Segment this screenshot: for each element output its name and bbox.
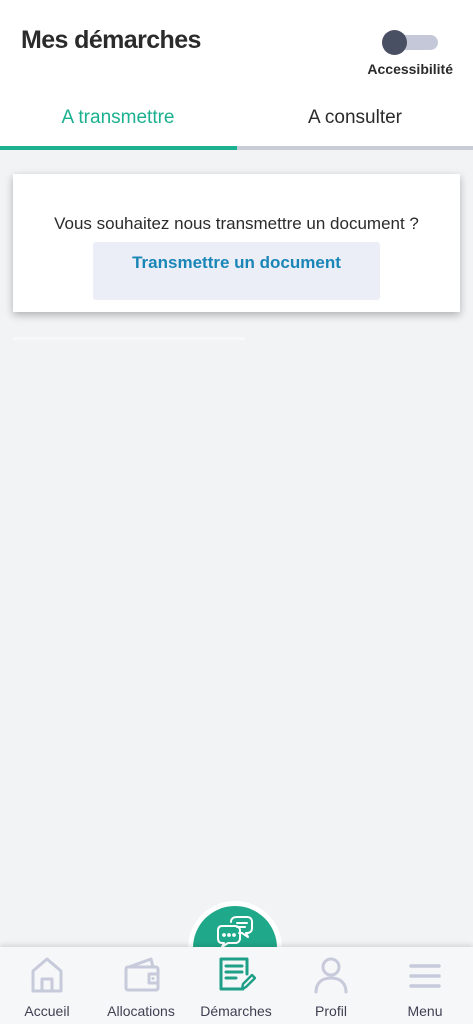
chat-icon: [217, 916, 253, 948]
toggle-knob: [382, 30, 407, 55]
nav-item-profil[interactable]: Profil: [284, 947, 378, 1024]
divider: [13, 337, 245, 340]
nav-item-accueil[interactable]: Accueil: [0, 947, 94, 1024]
nav-item-demarches[interactable]: Démarches: [189, 947, 283, 1024]
transmit-document-button[interactable]: Transmettre un document: [93, 242, 380, 300]
menu-icon: [409, 964, 441, 988]
accessibility-toggle[interactable]: [382, 30, 438, 55]
header: Mes démarches Accessibilité: [0, 0, 473, 90]
tab-indicator-active: [0, 146, 237, 150]
document-edit-icon: [219, 957, 256, 991]
nav-label-accueil: Accueil: [24, 1003, 70, 1019]
bottom-nav: Accueil Allocations Démarches Profil Men…: [0, 947, 473, 1024]
transmit-document-button-label: Transmettre un document: [132, 253, 341, 272]
tab-a-consulter[interactable]: A consulter: [237, 90, 473, 146]
tab-indicator-inactive: [237, 146, 473, 150]
tab-a-transmettre[interactable]: A transmettre: [0, 90, 236, 146]
nav-item-menu[interactable]: Menu: [378, 947, 472, 1024]
accessibility-label: Accessibilité: [367, 61, 453, 77]
home-icon: [31, 957, 63, 993]
nav-label-allocations: Allocations: [107, 1003, 175, 1019]
tab-bar: A transmettre A consulter: [0, 90, 473, 150]
transmit-prompt: Vous souhaitez nous transmettre un docum…: [54, 214, 419, 233]
user-icon: [314, 957, 348, 994]
nav-label-profil: Profil: [315, 1003, 347, 1019]
nav-label-menu: Menu: [407, 1003, 443, 1019]
nav-item-allocations[interactable]: Allocations: [94, 947, 188, 1024]
wallet-icon: [124, 957, 160, 992]
nav-label-demarches: Démarches: [200, 1003, 272, 1019]
page-title: Mes démarches: [21, 26, 201, 54]
transmit-document-card: Vous souhaitez nous transmettre un docum…: [13, 174, 460, 312]
